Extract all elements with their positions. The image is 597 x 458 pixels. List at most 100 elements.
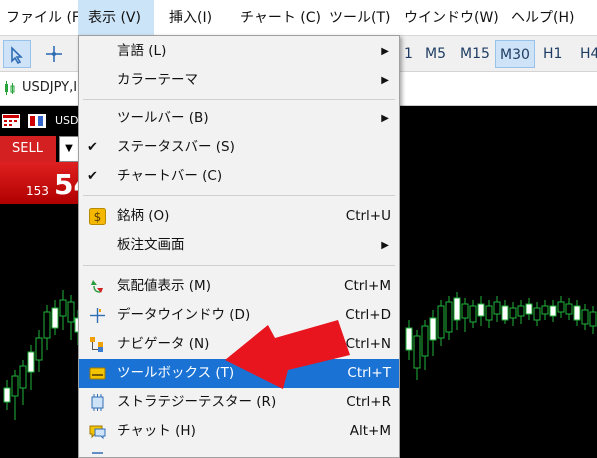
menu-item-data-window[interactable]: データウインドウ (D) Ctrl+D bbox=[79, 301, 399, 330]
timeframe-m1-button[interactable]: 1 bbox=[400, 40, 417, 68]
candle-body bbox=[11, 375, 19, 397]
menu-item-language[interactable]: 言語 (L) ▶ bbox=[79, 37, 399, 66]
menu-insert[interactable]: 挿入(I) bbox=[169, 0, 212, 36]
menu-item-shortcut: Ctrl+N bbox=[345, 336, 391, 352]
candle-body bbox=[533, 307, 541, 321]
menu-item-symbols[interactable]: $ 銘柄 (O) Ctrl+U bbox=[79, 202, 399, 231]
menu-view[interactable]: 表示 (V) bbox=[78, 0, 154, 36]
menu-item-toolbox[interactable]: ツールボックス (T) Ctrl+T bbox=[79, 359, 399, 388]
candle-body bbox=[453, 297, 461, 321]
menu-item-label: チャット (H) bbox=[117, 423, 196, 439]
candle-body bbox=[27, 351, 35, 373]
candle-body bbox=[405, 327, 413, 351]
chart-tab-usdjpy[interactable]: USDJPY,I bbox=[22, 72, 77, 104]
menu-item-depth-of-market[interactable]: 板注文画面 ▶ bbox=[79, 231, 399, 260]
one-click-trading-icon[interactable] bbox=[2, 114, 20, 128]
menu-item-status-bar[interactable]: ✔ ステータスバー (S) bbox=[79, 133, 399, 162]
menu-item-label: ナビゲータ (N) bbox=[117, 336, 210, 352]
market-watch-icon bbox=[91, 280, 103, 293]
depth-of-market-icon[interactable] bbox=[28, 114, 46, 128]
candle-body bbox=[51, 307, 59, 329]
candle-body bbox=[485, 305, 493, 321]
pointer-tool-button[interactable] bbox=[3, 40, 31, 68]
candle-body bbox=[581, 309, 589, 325]
candle-body bbox=[589, 311, 597, 327]
candlestick-icon bbox=[5, 81, 15, 95]
candle-body bbox=[67, 301, 75, 323]
candle-body bbox=[461, 303, 469, 319]
candle-body bbox=[445, 301, 453, 333]
menu-item-label: ツールバー (B) bbox=[117, 110, 209, 126]
menu-separator bbox=[83, 99, 395, 100]
sell-button[interactable]: SELL bbox=[0, 136, 56, 162]
view-menu-dropdown: 言語 (L) ▶ カラーテーマ ▶ ツールバー (B) ▶ ✔ ステータスバー (S) … bbox=[78, 35, 400, 458]
menu-item-market-watch[interactable]: 気配値表示 (M) Ctrl+M bbox=[79, 272, 399, 301]
menu-item-shortcut: Alt+M bbox=[349, 423, 391, 439]
timeframe-m5-button[interactable]: M5 bbox=[421, 40, 450, 68]
cursor-icon bbox=[11, 46, 23, 65]
crosshair-tool-button[interactable] bbox=[40, 40, 68, 68]
price-prefix: 153 bbox=[26, 184, 49, 198]
candle-body bbox=[437, 305, 445, 339]
candle-body bbox=[429, 317, 437, 341]
menu-item-label: ツールボックス (T) bbox=[117, 365, 235, 381]
menu-window[interactable]: ウインドウ(W) bbox=[404, 0, 499, 36]
candle-body bbox=[421, 325, 429, 357]
submenu-arrow-icon: ▶ bbox=[381, 75, 389, 86]
menu-item-label: 気配値表示 (M) bbox=[117, 278, 211, 294]
lot-dropdown-button[interactable]: ▼ bbox=[59, 136, 79, 162]
partial-item-icon bbox=[92, 452, 103, 454]
menu-item-label: 板注文画面 bbox=[117, 237, 185, 253]
candle-body bbox=[565, 303, 573, 315]
timeframe-m15-button[interactable]: M15 bbox=[456, 40, 494, 68]
menu-item-chat[interactable]: チャット (H) Alt+M bbox=[79, 417, 399, 446]
menu-item-strategy-tester[interactable]: ストラテジーテスター (R) Ctrl+R bbox=[79, 388, 399, 417]
menu-tools[interactable]: ツール(T) bbox=[329, 0, 390, 36]
menu-bar: ファイル (F) 表示 (V) 挿入(I) チャート (C) ツール(T) ウイ… bbox=[0, 0, 597, 36]
check-icon: ✔ bbox=[87, 140, 98, 155]
dollar-icon: $ bbox=[89, 208, 106, 225]
menu-item-label: カラーテーマ bbox=[117, 72, 198, 88]
menu-item-navigator[interactable]: ナビゲータ (N) Ctrl+N bbox=[79, 330, 399, 359]
menu-file[interactable]: ファイル (F) bbox=[6, 0, 85, 36]
menu-item-label: ストラテジーテスター (R) bbox=[117, 394, 277, 410]
menu-item-shortcut: Ctrl+U bbox=[345, 208, 391, 224]
menu-item-color-theme[interactable]: カラーテーマ ▶ bbox=[79, 66, 399, 95]
menu-item-partial[interactable] bbox=[79, 446, 399, 457]
candle-body bbox=[541, 305, 549, 315]
chip-icon bbox=[91, 394, 104, 411]
sell-price-display[interactable]: 153 54 bbox=[0, 162, 93, 204]
timeframe-h4-button[interactable]: H4 bbox=[576, 40, 597, 68]
chart-symbol-label: USD bbox=[55, 114, 79, 127]
submenu-arrow-icon: ▶ bbox=[381, 46, 389, 57]
candle-body bbox=[19, 365, 27, 389]
menu-item-shortcut: Ctrl+D bbox=[345, 307, 391, 323]
crosshair-icon bbox=[90, 308, 105, 323]
candle-body bbox=[509, 307, 517, 319]
candle-body bbox=[525, 303, 533, 315]
candle-body bbox=[517, 305, 525, 317]
menu-chart[interactable]: チャート (C) bbox=[240, 0, 321, 36]
candle-body bbox=[573, 305, 581, 321]
menu-item-toolbar[interactable]: ツールバー (B) ▶ bbox=[79, 104, 399, 133]
menu-help[interactable]: ヘルプ(H) bbox=[511, 0, 574, 36]
timeframe-h1-button[interactable]: H1 bbox=[539, 40, 566, 68]
candle-body bbox=[557, 301, 565, 313]
candle-body bbox=[501, 305, 509, 321]
candle-body bbox=[469, 305, 477, 323]
candle-body bbox=[43, 311, 51, 339]
menu-item-chart-bar[interactable]: ✔ チャートバー (C) bbox=[79, 162, 399, 191]
menu-item-shortcut: Ctrl+R bbox=[346, 394, 391, 410]
crosshair-icon bbox=[46, 46, 62, 62]
check-icon: ✔ bbox=[87, 169, 98, 184]
chat-icon bbox=[89, 425, 106, 440]
menu-item-label: チャートバー (C) bbox=[117, 168, 223, 184]
menu-item-shortcut: Ctrl+T bbox=[347, 365, 391, 381]
navigator-icon bbox=[90, 337, 103, 352]
menu-item-shortcut: Ctrl+M bbox=[344, 278, 391, 294]
timeframe-m30-button[interactable]: M30 bbox=[495, 40, 535, 68]
toolbox-icon bbox=[89, 367, 106, 380]
menu-item-label: 言語 (L) bbox=[117, 43, 167, 59]
menu-item-label: ステータスバー (S) bbox=[117, 139, 235, 155]
menu-item-label: データウインドウ (D) bbox=[117, 307, 251, 323]
